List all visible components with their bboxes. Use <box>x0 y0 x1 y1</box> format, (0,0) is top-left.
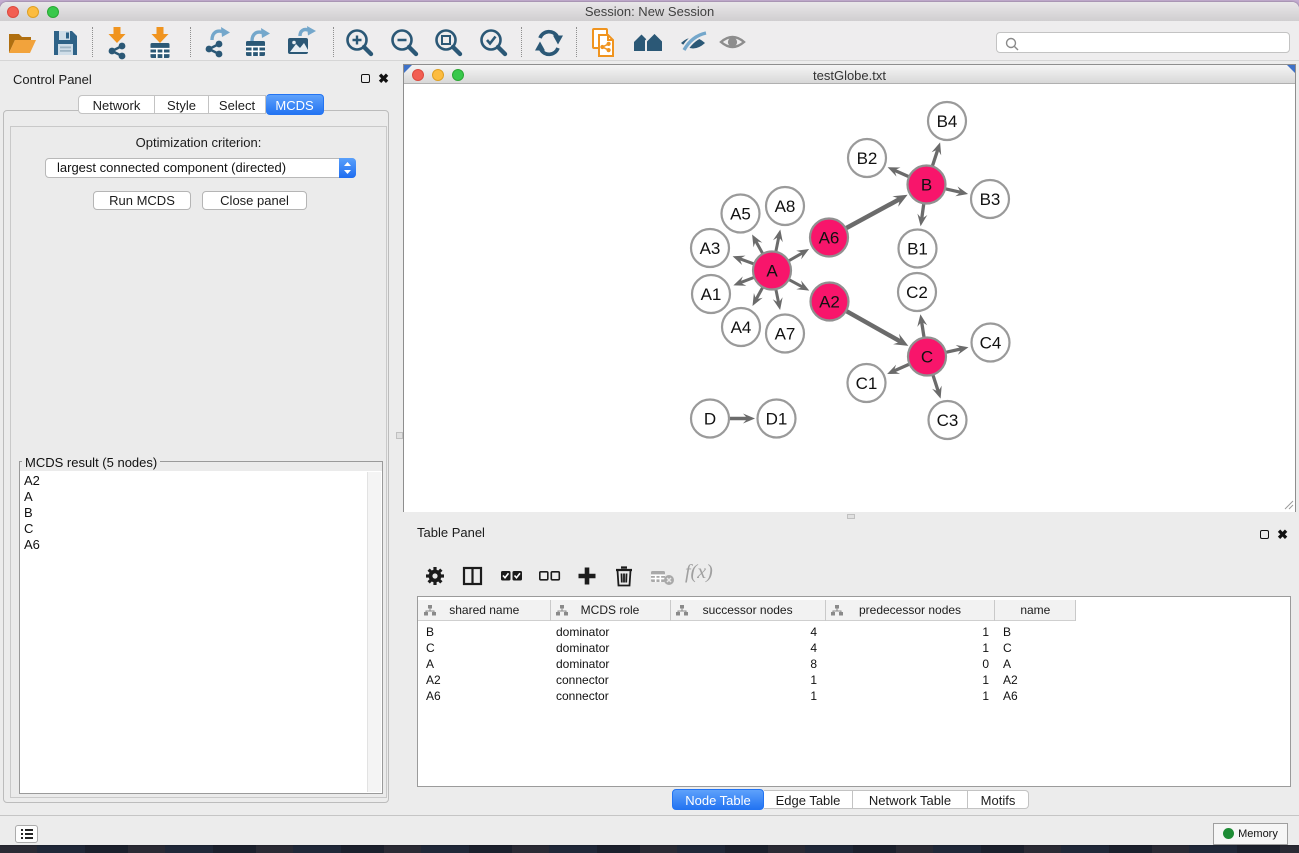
svg-text:C2: C2 <box>906 283 928 302</box>
svg-text:C1: C1 <box>856 374 878 393</box>
svg-text:B3: B3 <box>980 190 1001 209</box>
svg-text:B1: B1 <box>907 240 928 259</box>
svg-text:A4: A4 <box>731 318 752 337</box>
svg-text:A2: A2 <box>819 293 840 312</box>
svg-text:A5: A5 <box>730 205 751 224</box>
svg-text:A1: A1 <box>701 285 722 304</box>
svg-text:A6: A6 <box>819 229 840 248</box>
svg-text:B4: B4 <box>937 112 958 131</box>
svg-text:B2: B2 <box>857 149 878 168</box>
svg-text:B: B <box>921 176 932 195</box>
svg-text:C3: C3 <box>937 411 959 430</box>
svg-text:A3: A3 <box>700 239 721 258</box>
svg-text:C4: C4 <box>980 334 1002 353</box>
svg-text:C: C <box>921 348 933 367</box>
svg-text:D: D <box>704 410 716 429</box>
svg-text:A8: A8 <box>775 197 796 216</box>
svg-text:A: A <box>766 262 778 281</box>
svg-text:D1: D1 <box>766 410 788 429</box>
svg-text:A7: A7 <box>775 325 796 344</box>
